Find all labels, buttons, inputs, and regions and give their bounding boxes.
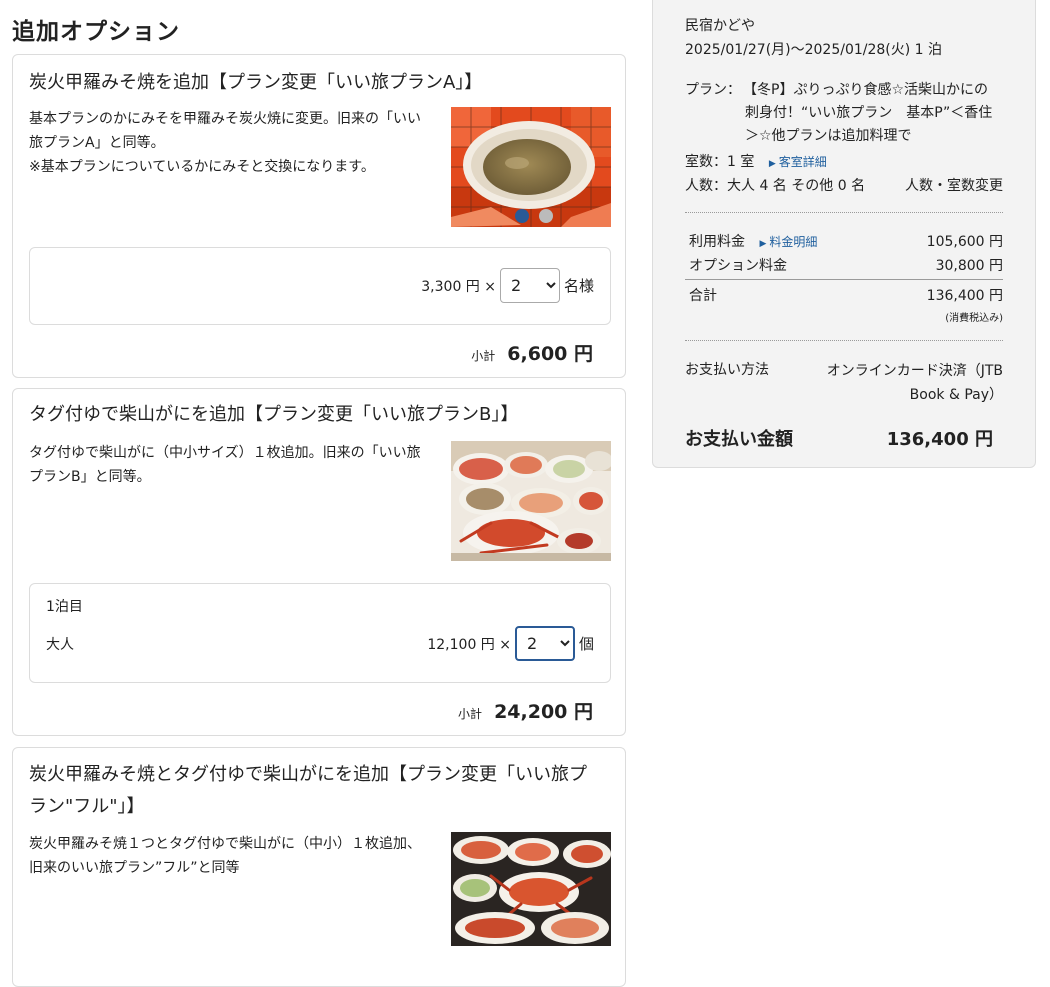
plan-label: プラン： bbox=[685, 82, 741, 98]
description-line: タグ付ゆで柴山がに（中小サイズ）１枚追加。旧来の「いい旅プランB」と同等。 bbox=[29, 445, 421, 485]
payment-method-label: お支払い方法 bbox=[685, 362, 769, 378]
total-label: 合計 bbox=[689, 288, 717, 304]
option-image-crab-platter[interactable] bbox=[451, 441, 611, 561]
quantity-box: 1泊目 大人 12,100 円 × 01234 個 bbox=[29, 583, 611, 683]
unit-price: 12,100 円 × bbox=[427, 636, 511, 653]
fee-value: 105,600 円 bbox=[926, 234, 1003, 250]
quantity-box: 3,300 円 × 01234 名様 bbox=[29, 247, 611, 325]
payment-method-value: オンラインカード決済（JTB Book & Pay） bbox=[827, 359, 1003, 407]
fee-detail-link-text[interactable]: 料金明細 bbox=[769, 235, 817, 249]
payment-method-line: オンラインカード決済（JTB bbox=[826, 363, 1003, 379]
carousel-dot[interactable] bbox=[539, 209, 553, 223]
reservation-summary: 民宿かどや 2025/01/27(月)〜2025/01/28(火) 1 泊 プラ… bbox=[652, 0, 1036, 468]
payment-method-line: Book & Pay） bbox=[909, 387, 1003, 403]
total-value: 136,400 円 bbox=[926, 288, 1003, 304]
subtotal-value: 6,600 円 bbox=[507, 343, 593, 365]
page-title: 追加オプション bbox=[12, 19, 180, 45]
plan-name-line: 刺身付！“いい旅プラン 基本P”＜香住 bbox=[745, 105, 993, 121]
quantity-select[interactable]: 01234 bbox=[514, 626, 575, 661]
triangle-right-icon: ▶ bbox=[768, 159, 776, 169]
fee-label: 利用料金 ▶ 料金明細 bbox=[689, 231, 817, 251]
unit-label: 名様 bbox=[563, 277, 594, 295]
option-description: 基本プランのかにみそを甲羅みそ炭火焼に変更。旧来の「いい旅プランA」と同等。 ※… bbox=[29, 107, 427, 179]
subtotal-label: 小計 bbox=[471, 349, 496, 363]
description-line: 炭火甲羅みそ焼１つとタグ付ゆで柴山がに（中小）１枚追加、旧来のいい旅プラン”フル… bbox=[29, 836, 421, 876]
description-line: ※基本プランについているかにみそと交換になります。 bbox=[29, 159, 375, 175]
option-fee-label: オプション料金 bbox=[689, 258, 787, 274]
option-description: タグ付ゆで柴山がに（中小サイズ）１枚追加。旧来の「いい旅プランB」と同等。 bbox=[29, 441, 427, 489]
room-detail-link[interactable]: ▶ 客室詳細 bbox=[769, 155, 827, 169]
option-fee-value: 30,800 円 bbox=[935, 258, 1003, 274]
plan-name-line: 【冬P】ぷりっぷり食感☆活柴山かにの bbox=[743, 82, 988, 98]
subtotal-value: 24,200 円 bbox=[494, 701, 593, 723]
plan-name-line: ＞☆他プランは追加料理で bbox=[745, 128, 912, 144]
room-count: 室数：1 室 ▶ 客室詳細 bbox=[685, 151, 827, 171]
night-label: 1泊目 bbox=[46, 599, 83, 615]
fee-detail-link[interactable]: ▶ 料金明細 bbox=[759, 235, 817, 249]
unit-price: 3,300 円 × bbox=[421, 278, 496, 295]
option-card: タグ付ゆで柴山がにを追加【プラン変更「いい旅プランB」】 タグ付ゆで柴山がに（中… bbox=[12, 388, 626, 736]
quantity-select[interactable]: 01234 bbox=[499, 268, 560, 303]
option-image-crab-full-course[interactable] bbox=[451, 832, 611, 946]
subtotal-label: 小計 bbox=[458, 707, 483, 721]
fee-label-text: 利用料金 bbox=[689, 234, 745, 250]
triangle-right-icon: ▶ bbox=[759, 239, 767, 249]
tax-note: (消費税込み) bbox=[945, 313, 1003, 324]
room-count-text: 室数：1 室 bbox=[685, 154, 755, 170]
stay-dates: 2025/01/27(月)〜2025/01/28(火) 1 泊 bbox=[685, 42, 943, 58]
divider bbox=[685, 212, 1003, 213]
inn-name: 民宿かどや bbox=[685, 18, 755, 34]
payment-amount-value: 136,400 円 bbox=[886, 429, 993, 450]
option-title: タグ付ゆで柴山がにを追加【プラン変更「いい旅プランB」】 bbox=[29, 404, 519, 425]
change-guests-link[interactable]: 人数・室数変更 bbox=[905, 175, 1003, 195]
option-description: 炭火甲羅みそ焼１つとタグ付ゆで柴山がに（中小）１枚追加、旧来のいい旅プラン”フル… bbox=[29, 832, 427, 880]
option-image-grilled-crab-shell[interactable] bbox=[451, 107, 611, 227]
divider bbox=[685, 340, 1003, 341]
divider bbox=[685, 279, 1003, 280]
room-detail-link-text[interactable]: 客室詳細 bbox=[779, 155, 827, 169]
guest-count: 人数：大人 4 名 その他 0 名 bbox=[685, 178, 866, 194]
option-card: 炭火甲羅みそ焼とタグ付ゆで柴山がにを追加【プラン変更「いい旅プラン"フル"」】 … bbox=[12, 747, 626, 987]
carousel-dot-active[interactable] bbox=[515, 209, 529, 223]
plan-name: 【冬P】ぷりっぷり食感☆活柴山かにの 刺身付！“いい旅プラン 基本P”＜香住 ＞… bbox=[743, 79, 1005, 148]
option-title: 炭火甲羅みそ焼とタグ付ゆで柴山がにを追加【プラン変更「いい旅プラン"フル"」】 bbox=[29, 764, 587, 817]
unit-label: 個 bbox=[578, 635, 594, 653]
payment-amount-label: お支払い金額 bbox=[685, 429, 793, 450]
option-title: 炭火甲羅みそ焼を追加【プラン変更「いい旅プランA」】 bbox=[29, 72, 483, 93]
option-card: 炭火甲羅みそ焼を追加【プラン変更「いい旅プランA」】 基本プランのかにみそを甲羅… bbox=[12, 54, 626, 378]
guest-type-label: 大人 bbox=[46, 637, 74, 653]
description-line: 基本プランのかにみそを甲羅みそ炭火焼に変更。旧来の「いい旅プランA」と同等。 bbox=[29, 111, 421, 151]
